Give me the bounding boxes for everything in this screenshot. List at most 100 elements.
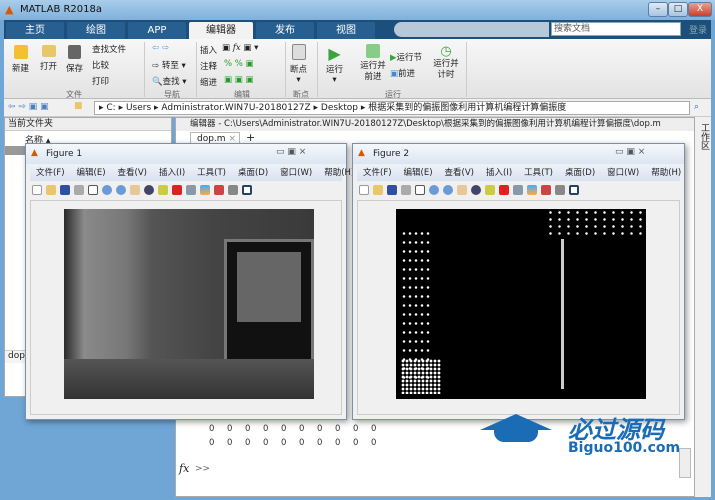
back-forward-buttons[interactable]: ⇦ ⇨ (152, 43, 169, 53)
zoom-in-icon[interactable] (102, 185, 112, 195)
breakpoint-icon (291, 44, 306, 60)
menu-tools[interactable]: 工具(T) (197, 168, 226, 178)
run-time-button[interactable]: ◷ 运行并计时 (432, 44, 460, 81)
path-segment[interactable]: Users (126, 103, 151, 113)
search-docs-input[interactable]: 搜索文档 (551, 22, 681, 36)
run-section-button[interactable]: ▶运行节 (390, 51, 422, 63)
maximize-button[interactable]: □ (668, 2, 688, 17)
open-icon[interactable] (373, 185, 383, 195)
search-icon[interactable]: ⌕ (694, 102, 699, 112)
data-cursor-icon[interactable] (485, 185, 495, 195)
output-row: 0000000000 (209, 438, 377, 448)
menu-file[interactable]: 文件(F) (363, 168, 392, 178)
menu-help[interactable]: 帮助(H) (324, 168, 354, 178)
menu-window[interactable]: 窗口(W) (280, 168, 312, 178)
figure-title-bar: ▲ Figure 1 ▭ ▣ ⨯ (26, 144, 346, 164)
pointer-icon[interactable] (88, 185, 98, 195)
menu-view[interactable]: 查看(V) (445, 168, 474, 178)
menu-tools[interactable]: 工具(T) (524, 168, 553, 178)
tab-publish[interactable]: 发布 (256, 22, 314, 39)
print-button[interactable]: 打印 (92, 75, 109, 87)
command-prompt[interactable]: >> (195, 464, 210, 474)
nav-arrows-icon[interactable]: ⇦ ⇨ ▣ ▣ (8, 102, 49, 112)
menu-file[interactable]: 文件(F) (36, 168, 65, 178)
path-segment[interactable]: C: (106, 103, 115, 113)
tab-plots[interactable]: 绘图 (67, 22, 125, 39)
path-segment[interactable]: 根据采集到的偏振图像利用计算机编程计算偏振度 (368, 103, 566, 113)
print-icon[interactable] (74, 185, 84, 195)
indent-button[interactable]: 缩进 (200, 76, 217, 88)
rotate-icon[interactable] (471, 185, 481, 195)
path-field[interactable]: ▸ C: ▸ Users ▸ Administrator.WIN7U-20180… (94, 101, 690, 115)
run-advance-button[interactable]: 运行并前进 (356, 44, 390, 83)
workspace-label[interactable]: 工作区 (698, 123, 711, 150)
save-icon[interactable] (60, 185, 70, 195)
new-figure-icon[interactable] (32, 185, 42, 195)
link-icon[interactable] (513, 185, 523, 195)
hide-tools-icon[interactable] (555, 185, 565, 195)
window-controls[interactable]: ▭ ▣ ⨯ (276, 147, 306, 157)
data-cursor-icon[interactable] (158, 185, 168, 195)
tab-home[interactable]: 主页 (6, 22, 64, 39)
legend-icon[interactable] (541, 185, 551, 195)
menu-desktop[interactable]: 桌面(D) (238, 168, 268, 178)
link-icon[interactable] (186, 185, 196, 195)
rotate-icon[interactable] (144, 185, 154, 195)
menu-help[interactable]: 帮助(H) (651, 168, 681, 178)
open-icon[interactable] (46, 185, 56, 195)
fx-icon[interactable]: ▣ fx ▣ ▾ (222, 43, 258, 53)
menu-edit[interactable]: 编辑(E) (77, 168, 106, 178)
comment-icons[interactable]: % % ▣ (224, 59, 254, 69)
login-link[interactable]: 登录 (689, 23, 707, 36)
menu-edit[interactable]: 编辑(E) (404, 168, 433, 178)
selected-file-row[interactable] (5, 146, 25, 155)
breakpoints-button[interactable]: 断点 ▾ (290, 44, 307, 85)
brush-icon[interactable] (172, 185, 182, 195)
minimize-button[interactable]: – (648, 2, 668, 17)
show-tools-icon[interactable] (242, 185, 252, 195)
print-icon[interactable] (401, 185, 411, 195)
run-button[interactable]: ▶ 运行 ▾ (326, 44, 343, 85)
watermark-en: Biguo100.com (568, 440, 681, 456)
comment-button[interactable]: 注释 (200, 60, 217, 72)
pan-icon[interactable] (130, 185, 140, 195)
colorbar-icon[interactable] (527, 185, 537, 195)
path-segment[interactable]: Desktop (321, 103, 358, 113)
new-figure-icon[interactable] (359, 185, 369, 195)
indent-icons[interactable]: ▣ ▣ ▣ (224, 75, 254, 85)
new-button[interactable]: 新建 (12, 45, 29, 74)
menu-insert[interactable]: 插入(I) (159, 168, 185, 178)
menu-view[interactable]: 查看(V) (118, 168, 147, 178)
hide-tools-icon[interactable] (228, 185, 238, 195)
legend-icon[interactable] (214, 185, 224, 195)
show-tools-icon[interactable] (569, 185, 579, 195)
pan-icon[interactable] (457, 185, 467, 195)
advance-button[interactable]: ▣前进 (390, 67, 415, 79)
tab-view[interactable]: 视图 (317, 22, 375, 39)
tab-editor[interactable]: 编辑器 (189, 22, 253, 39)
brush-icon[interactable] (499, 185, 509, 195)
menu-window[interactable]: 窗口(W) (607, 168, 639, 178)
compare-button[interactable]: 比较 (92, 59, 109, 71)
colorbar-icon[interactable] (200, 185, 210, 195)
path-segment[interactable]: Administrator.WIN7U-20180127Z (161, 103, 310, 113)
menu-desktop[interactable]: 桌面(D) (565, 168, 595, 178)
tab-apps[interactable]: APP (128, 22, 186, 39)
zoom-out-icon[interactable] (116, 185, 126, 195)
save-icon[interactable] (387, 185, 397, 195)
find-button[interactable]: 🔍查找 ▾ (152, 75, 187, 87)
menu-insert[interactable]: 插入(I) (486, 168, 512, 178)
zoom-in-icon[interactable] (429, 185, 439, 195)
pointer-icon[interactable] (415, 185, 425, 195)
zoom-out-icon[interactable] (443, 185, 453, 195)
save-button[interactable]: 保存 (66, 45, 83, 74)
panel-title: 当前文件夹 (5, 118, 171, 131)
fx-function-browser-icon[interactable]: fx (179, 462, 189, 475)
window-controls[interactable]: ▭ ▣ ⨯ (615, 147, 645, 157)
goto-button[interactable]: ⇨ 转至 ▾ (152, 59, 186, 71)
close-button[interactable]: X (688, 2, 712, 17)
find-files-button[interactable]: 查找文件 (92, 43, 126, 55)
open-button[interactable]: 打开 (40, 45, 57, 72)
insert-button[interactable]: 插入 (200, 44, 217, 56)
figure-menu-bar: 文件(F) 编辑(E) 查看(V) 插入(I) 工具(T) 桌面(D) 窗口(W) 帮助(H) (357, 165, 681, 181)
